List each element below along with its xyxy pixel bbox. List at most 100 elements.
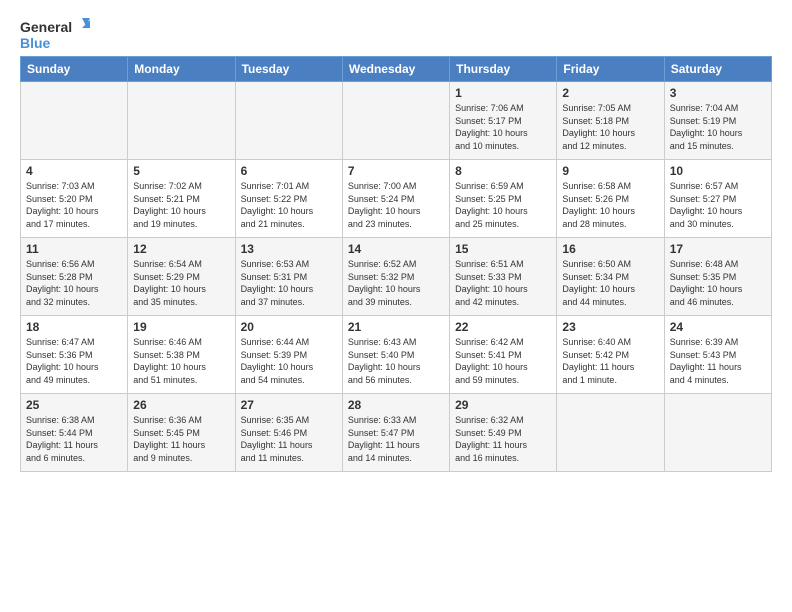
day-info: Sunrise: 6:39 AM Sunset: 5:43 PM Dayligh… <box>670 336 766 386</box>
calendar-cell: 12 Sunrise: 6:54 AM Sunset: 5:29 PM Dayli… <box>128 238 235 316</box>
day-number: 12 <box>133 242 229 256</box>
day-info: Sunrise: 6:51 AM Sunset: 5:33 PM Dayligh… <box>455 258 551 308</box>
calendar-cell: 7 Sunrise: 7:00 AM Sunset: 5:24 PM Daylig… <box>342 160 449 238</box>
day-info: Sunrise: 7:00 AM Sunset: 5:24 PM Dayligh… <box>348 180 444 230</box>
day-info: Sunrise: 6:50 AM Sunset: 5:34 PM Dayligh… <box>562 258 658 308</box>
day-info: Sunrise: 6:46 AM Sunset: 5:38 PM Dayligh… <box>133 336 229 386</box>
header-row: General Blue <box>20 16 772 52</box>
day-info: Sunrise: 6:42 AM Sunset: 5:41 PM Dayligh… <box>455 336 551 386</box>
day-number: 15 <box>455 242 551 256</box>
day-info: Sunrise: 6:38 AM Sunset: 5:44 PM Dayligh… <box>26 414 122 464</box>
calendar-cell: 16 Sunrise: 6:50 AM Sunset: 5:34 PM Dayli… <box>557 238 664 316</box>
calendar-cell: 14 Sunrise: 6:52 AM Sunset: 5:32 PM Dayli… <box>342 238 449 316</box>
calendar-cell <box>235 82 342 160</box>
day-number: 20 <box>241 320 337 334</box>
calendar-cell <box>21 82 128 160</box>
day-info: Sunrise: 7:03 AM Sunset: 5:20 PM Dayligh… <box>26 180 122 230</box>
calendar-cell: 9 Sunrise: 6:58 AM Sunset: 5:26 PM Daylig… <box>557 160 664 238</box>
day-number: 23 <box>562 320 658 334</box>
weekday-header-row: SundayMondayTuesdayWednesdayThursdayFrid… <box>21 57 772 82</box>
day-number: 9 <box>562 164 658 178</box>
day-info: Sunrise: 6:44 AM Sunset: 5:39 PM Dayligh… <box>241 336 337 386</box>
weekday-header-saturday: Saturday <box>664 57 771 82</box>
day-number: 8 <box>455 164 551 178</box>
weekday-header-monday: Monday <box>128 57 235 82</box>
day-info: Sunrise: 6:35 AM Sunset: 5:46 PM Dayligh… <box>241 414 337 464</box>
calendar-cell: 10Sunrise: 6:57 AM Sunset: 5:27 PM Dayli… <box>664 160 771 238</box>
weekday-header-sunday: Sunday <box>21 57 128 82</box>
calendar-cell: 17 Sunrise: 6:48 AM Sunset: 5:35 PM Dayli… <box>664 238 771 316</box>
day-info: Sunrise: 6:32 AM Sunset: 5:49 PM Dayligh… <box>455 414 551 464</box>
day-info: Sunrise: 6:47 AM Sunset: 5:36 PM Dayligh… <box>26 336 122 386</box>
calendar-cell: 2 Sunrise: 7:05 AM Sunset: 5:18 PM Daylig… <box>557 82 664 160</box>
calendar-cell: 25 Sunrise: 6:38 AM Sunset: 5:44 PM Dayli… <box>21 394 128 472</box>
day-number: 3 <box>670 86 766 100</box>
day-info: Sunrise: 7:05 AM Sunset: 5:18 PM Dayligh… <box>562 102 658 152</box>
day-number: 17 <box>670 242 766 256</box>
day-info: Sunrise: 7:02 AM Sunset: 5:21 PM Dayligh… <box>133 180 229 230</box>
day-info: Sunrise: 6:59 AM Sunset: 5:25 PM Dayligh… <box>455 180 551 230</box>
day-info: Sunrise: 7:06 AM Sunset: 5:17 PM Dayligh… <box>455 102 551 152</box>
day-number: 24 <box>670 320 766 334</box>
weekday-header-thursday: Thursday <box>450 57 557 82</box>
day-number: 22 <box>455 320 551 334</box>
calendar-cell: 1 Sunrise: 7:06 AM Sunset: 5:17 PM Daylig… <box>450 82 557 160</box>
calendar-cell: 27 Sunrise: 6:35 AM Sunset: 5:46 PM Dayli… <box>235 394 342 472</box>
calendar-cell <box>664 394 771 472</box>
calendar-cell: 26 Sunrise: 6:36 AM Sunset: 5:45 PM Dayli… <box>128 394 235 472</box>
calendar-cell: 6Sunrise: 7:01 AM Sunset: 5:22 PM Daylig… <box>235 160 342 238</box>
day-number: 16 <box>562 242 658 256</box>
calendar-cell: 24 Sunrise: 6:39 AM Sunset: 5:43 PM Dayli… <box>664 316 771 394</box>
weekday-header-wednesday: Wednesday <box>342 57 449 82</box>
day-info: Sunrise: 6:48 AM Sunset: 5:35 PM Dayligh… <box>670 258 766 308</box>
logo-svg: General Blue <box>20 16 90 52</box>
day-number: 29 <box>455 398 551 412</box>
calendar-cell: 23Sunrise: 6:40 AM Sunset: 5:42 PM Dayli… <box>557 316 664 394</box>
calendar-cell: 4Sunrise: 7:03 AM Sunset: 5:20 PM Daylig… <box>21 160 128 238</box>
weekday-header-friday: Friday <box>557 57 664 82</box>
day-number: 27 <box>241 398 337 412</box>
calendar-cell <box>128 82 235 160</box>
day-number: 18 <box>26 320 122 334</box>
day-info: Sunrise: 6:54 AM Sunset: 5:29 PM Dayligh… <box>133 258 229 308</box>
day-info: Sunrise: 7:01 AM Sunset: 5:22 PM Dayligh… <box>241 180 337 230</box>
calendar-cell: 11Sunrise: 6:56 AM Sunset: 5:28 PM Dayli… <box>21 238 128 316</box>
day-info: Sunrise: 6:36 AM Sunset: 5:45 PM Dayligh… <box>133 414 229 464</box>
calendar-cell: 21Sunrise: 6:43 AM Sunset: 5:40 PM Dayli… <box>342 316 449 394</box>
calendar-week-row: 4Sunrise: 7:03 AM Sunset: 5:20 PM Daylig… <box>21 160 772 238</box>
calendar-week-row: 1 Sunrise: 7:06 AM Sunset: 5:17 PM Daylig… <box>21 82 772 160</box>
calendar-week-row: 25 Sunrise: 6:38 AM Sunset: 5:44 PM Dayli… <box>21 394 772 472</box>
day-number: 14 <box>348 242 444 256</box>
day-number: 1 <box>455 86 551 100</box>
day-number: 25 <box>26 398 122 412</box>
calendar-cell <box>557 394 664 472</box>
calendar-cell: 8 Sunrise: 6:59 AM Sunset: 5:25 PM Daylig… <box>450 160 557 238</box>
svg-text:Blue: Blue <box>20 35 51 51</box>
calendar-cell: 15 Sunrise: 6:51 AM Sunset: 5:33 PM Dayli… <box>450 238 557 316</box>
day-number: 7 <box>348 164 444 178</box>
day-info: Sunrise: 6:52 AM Sunset: 5:32 PM Dayligh… <box>348 258 444 308</box>
day-number: 28 <box>348 398 444 412</box>
day-number: 13 <box>241 242 337 256</box>
day-info: Sunrise: 7:04 AM Sunset: 5:19 PM Dayligh… <box>670 102 766 152</box>
day-info: Sunrise: 6:58 AM Sunset: 5:26 PM Dayligh… <box>562 180 658 230</box>
day-number: 26 <box>133 398 229 412</box>
calendar-cell: 18 Sunrise: 6:47 AM Sunset: 5:36 PM Dayli… <box>21 316 128 394</box>
day-number: 2 <box>562 86 658 100</box>
calendar-cell: 20 Sunrise: 6:44 AM Sunset: 5:39 PM Dayli… <box>235 316 342 394</box>
calendar-cell: 13 Sunrise: 6:53 AM Sunset: 5:31 PM Dayli… <box>235 238 342 316</box>
calendar-cell: 22 Sunrise: 6:42 AM Sunset: 5:41 PM Dayli… <box>450 316 557 394</box>
calendar-week-row: 18 Sunrise: 6:47 AM Sunset: 5:36 PM Dayli… <box>21 316 772 394</box>
calendar-week-row: 11Sunrise: 6:56 AM Sunset: 5:28 PM Dayli… <box>21 238 772 316</box>
calendar-cell: 29 Sunrise: 6:32 AM Sunset: 5:49 PM Dayli… <box>450 394 557 472</box>
day-info: Sunrise: 6:33 AM Sunset: 5:47 PM Dayligh… <box>348 414 444 464</box>
logo: General Blue <box>20 16 90 52</box>
day-number: 19 <box>133 320 229 334</box>
calendar-cell: 19 Sunrise: 6:46 AM Sunset: 5:38 PM Dayli… <box>128 316 235 394</box>
main-container: General Blue SundayMondayTuesdayWednesda… <box>0 0 792 482</box>
svg-text:General: General <box>20 19 72 35</box>
day-info: Sunrise: 6:57 AM Sunset: 5:27 PM Dayligh… <box>670 180 766 230</box>
calendar-cell: 28 Sunrise: 6:33 AM Sunset: 5:47 PM Dayli… <box>342 394 449 472</box>
day-info: Sunrise: 6:53 AM Sunset: 5:31 PM Dayligh… <box>241 258 337 308</box>
day-number: 5 <box>133 164 229 178</box>
